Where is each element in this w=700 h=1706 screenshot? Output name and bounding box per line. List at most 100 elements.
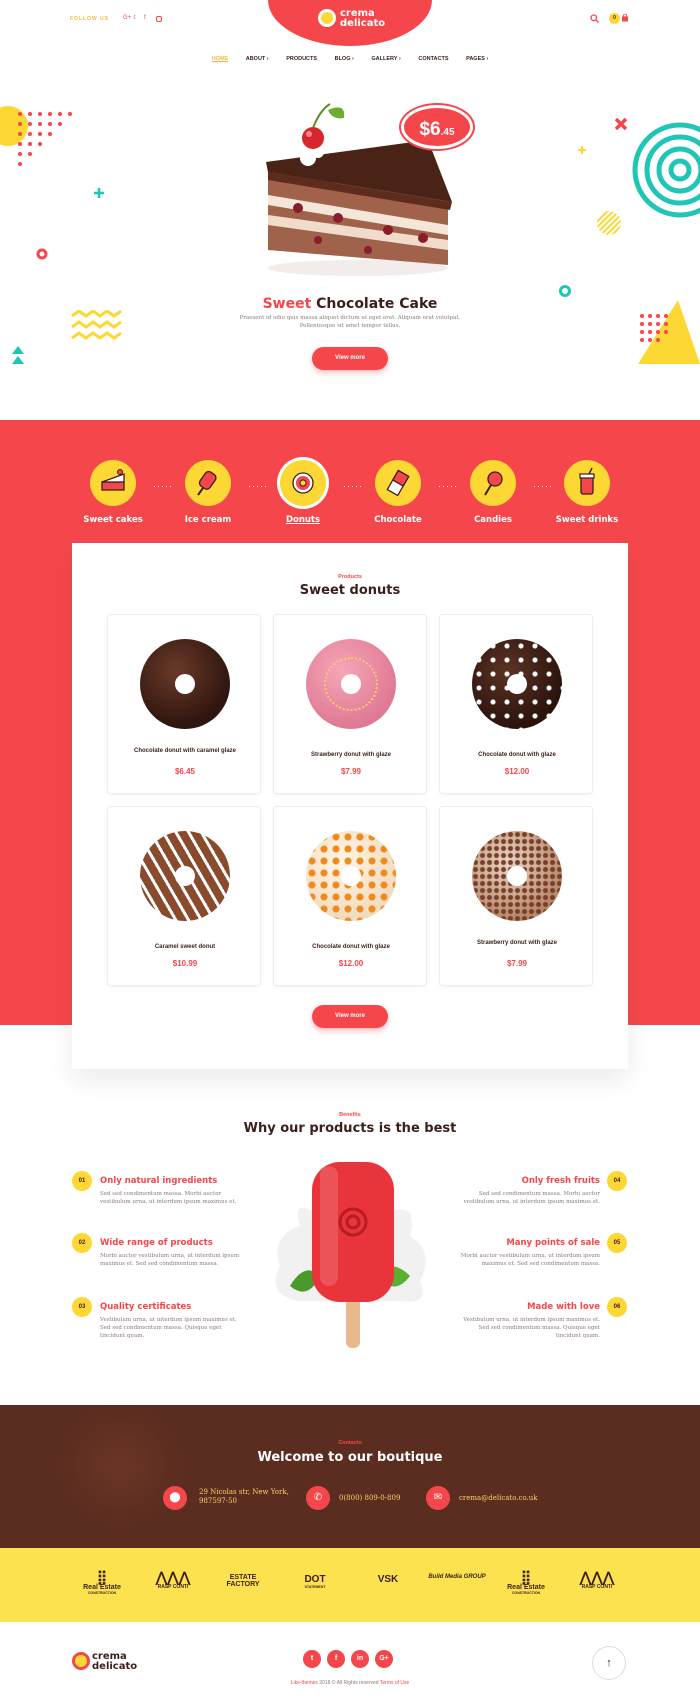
location-pin-icon: ⬤ <box>163 1486 187 1510</box>
category-sweet-drinks[interactable]: Sweet drinks <box>547 460 627 525</box>
arrow-up-icon: ↑ <box>606 1657 612 1669</box>
logo[interactable]: crema delicato <box>340 9 385 29</box>
partner-sub: CONSTRUCTION <box>87 1591 117 1595</box>
product-name: Chocolate donut with caramel glaze <box>133 748 237 754</box>
nav-gallery[interactable]: GALLERY › <box>371 56 400 62</box>
main-nav: HOME ABOUT › PRODUCTS BLOG › GALLERY › C… <box>0 56 700 62</box>
product-card[interactable]: Chocolate donut with glaze $12.00 <box>273 806 427 986</box>
twitter-icon[interactable]: t <box>134 15 136 21</box>
decor-triangles-teal <box>12 346 24 364</box>
partner-name: DOT <box>304 1574 326 1585</box>
category-donuts[interactable]: Donuts <box>263 460 343 525</box>
partner-name: Real Estate <box>507 1584 545 1591</box>
partner-logo[interactable]: VSK <box>358 1574 418 1585</box>
hero-view-more-button[interactable]: View more <box>312 347 388 370</box>
nav-contacts[interactable]: CONTACTS <box>418 56 448 62</box>
phone-icon: ✆ <box>306 1486 330 1510</box>
category-chocolate[interactable]: Chocolate <box>358 460 438 525</box>
benefit-text: Sed sed condimentum massa. Morbi auctor … <box>463 1191 600 1205</box>
copyright-brand-link[interactable]: Like-themes <box>291 1680 318 1686</box>
back-to-top-button[interactable]: ↑ <box>592 1646 626 1680</box>
partner-logo[interactable]: ⣿ Real Estate CONSTRUCTION <box>496 1570 556 1595</box>
donut-image <box>140 831 230 921</box>
cart-count-badge: 0 <box>609 13 620 24</box>
chocolate-icon <box>375 460 421 506</box>
decor-concentric-teal <box>632 122 700 218</box>
logo-swirl-icon <box>318 9 336 27</box>
nav-home[interactable]: HOME <box>212 56 229 62</box>
donut-image <box>306 831 396 921</box>
decor-plus-yellow <box>578 146 586 154</box>
product-price: $7.99 <box>506 959 528 968</box>
decor-dots-left <box>0 106 72 166</box>
instagram-icon[interactable] <box>156 16 162 22</box>
benefit-title: Made with love <box>527 1302 600 1312</box>
cart-icon[interactable] <box>621 14 629 22</box>
price-main: $6 <box>419 119 441 140</box>
benefit-title: Many points of sale <box>506 1238 600 1248</box>
zigzag-logo-icon: ⋀⋀⋀ <box>155 1569 191 1585</box>
grid-logo-icon: ⣿ <box>520 1569 532 1585</box>
category-sweet-cakes[interactable]: Sweet cakes <box>73 460 153 525</box>
product-name: Chocolate donut with glaze <box>478 752 556 758</box>
donut-image <box>472 639 562 729</box>
partner-logo[interactable]: Build Media GROUP <box>427 1574 487 1580</box>
footer-facebook-icon[interactable]: f <box>327 1650 345 1668</box>
partner-logo[interactable]: ⋀⋀⋀ RASP CONTI <box>567 1570 627 1590</box>
google-plus-icon[interactable]: G+ <box>123 15 131 21</box>
product-card[interactable]: Caramel sweet donut $10.99 <box>107 806 261 986</box>
contacts-section <box>0 1405 700 1548</box>
partner-logo[interactable]: ESTATE FACTORY <box>213 1574 273 1588</box>
hero-description: Praesent id odio quis massa aliquet dict… <box>239 315 461 329</box>
partner-sub: STATEMENT <box>304 1585 326 1589</box>
product-card[interactable]: Strawberry donut with glaze $7.99 <box>439 806 593 986</box>
benefit-number: 03 <box>72 1297 92 1317</box>
partner-name: RASP CONTI <box>581 1584 613 1590</box>
contacts-title: Welcome to our boutique <box>257 1450 443 1465</box>
nav-about[interactable]: ABOUT › <box>246 56 269 62</box>
footer-logo[interactable]: crema delicato <box>92 1652 137 1672</box>
product-card[interactable]: Chocolate donut with glaze $12.00 <box>439 614 593 794</box>
partner-name: Build Media GROUP <box>428 1574 486 1580</box>
email-icon: ✉ <box>426 1486 450 1510</box>
facebook-icon[interactable]: f <box>144 15 146 21</box>
products-view-more-button[interactable]: View more <box>312 1005 388 1028</box>
contacts-subtitle: Contacts <box>338 1440 362 1446</box>
cake-icon <box>90 460 136 506</box>
category-candies[interactable]: Candies <box>453 460 533 525</box>
footer-twitter-icon[interactable]: t <box>303 1650 321 1668</box>
contact-phone[interactable]: 0(800) 809-0-809 <box>339 1494 400 1503</box>
donut-image <box>472 831 562 921</box>
product-price: $6.45 <box>174 767 196 776</box>
product-card[interactable]: Strawberry donut with glaze $7.99 <box>273 614 427 794</box>
category-ice-cream[interactable]: Ice cream <box>168 460 248 525</box>
benefit-title: Only fresh fruits <box>521 1176 600 1186</box>
category-label: Donuts <box>285 515 321 525</box>
footer-google-plus-icon[interactable]: G+ <box>375 1650 393 1668</box>
benefit-text: Vestibulum urna, ut interdum ipsum maxim… <box>100 1317 237 1339</box>
terms-of-use-link[interactable]: Terms of Use <box>380 1680 409 1686</box>
partner-name: RASP CONTI <box>157 1584 189 1590</box>
partner-logo[interactable]: DOT STATEMENT <box>285 1574 345 1589</box>
nav-pages[interactable]: PAGES › <box>466 56 488 62</box>
category-label: Sweet cakes <box>83 515 143 525</box>
price-badge: $6.45 <box>401 105 473 149</box>
search-icon[interactable] <box>590 14 599 23</box>
grid-logo-icon: ⣿ <box>96 1569 108 1585</box>
logo-line2: delicato <box>340 18 386 29</box>
benefit-title: Quality certificates <box>100 1302 192 1312</box>
nav-products[interactable]: PRODUCTS <box>286 56 317 62</box>
donut-image <box>140 639 230 729</box>
products-subtitle: Products <box>338 574 362 580</box>
partner-logo[interactable]: ⣿ Real Estate CONSTRUCTION <box>72 1570 132 1595</box>
decor-striped-circle <box>597 211 621 235</box>
footer-instagram-icon[interactable]: in <box>351 1650 369 1668</box>
product-card[interactable]: Chocolate donut with caramel glaze $6.45 <box>107 614 261 794</box>
category-label: Sweet drinks <box>555 515 619 525</box>
hero-title-rest: Chocolate Cake <box>316 296 438 312</box>
nav-blog[interactable]: BLOG › <box>335 56 354 62</box>
contact-email[interactable]: crema@delicato.co.uk <box>459 1494 538 1503</box>
partner-logo[interactable]: ⋀⋀⋀ RASP CONTI <box>143 1570 203 1590</box>
product-price: $7.99 <box>340 767 362 776</box>
partner-name: VSK <box>377 1574 399 1585</box>
